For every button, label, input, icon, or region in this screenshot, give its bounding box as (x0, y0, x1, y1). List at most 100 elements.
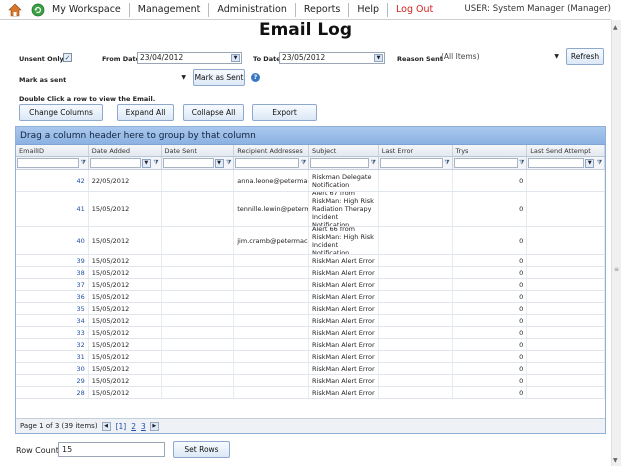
scroll-down-icon[interactable]: ▼ (613, 457, 618, 464)
unsent-only-checkbox[interactable]: ✓ (63, 53, 72, 62)
filter-input[interactable] (235, 158, 300, 168)
table-row[interactable]: 4115/05/2012 tennille.lewin@petermacAlert… (16, 192, 605, 227)
scroll-up-icon[interactable]: ▲ (613, 24, 618, 31)
filter-input[interactable] (89, 158, 141, 168)
collapse-all-button[interactable]: Collapse All (183, 104, 244, 121)
table-row[interactable]: 39 15/05/2012 RiskMan Alert Error 0 (16, 255, 605, 267)
mark-as-sent-select[interactable]: ▼ (64, 71, 188, 84)
grid-body: 42 22/05/2012 anna.leone@petermac.c Riskman… (16, 170, 605, 399)
dropdown-icon[interactable]: ▼ (181, 71, 186, 84)
nav-help[interactable]: Help (348, 2, 387, 17)
table-row[interactable]: 34 15/05/2012 RiskMan Alert Error 0 (16, 315, 605, 327)
nav-my-workspace[interactable]: My Workspace (46, 3, 129, 17)
scroll-grip-icon[interactable]: ≡ (614, 266, 619, 273)
filter-icon[interactable]: ⧩ (153, 159, 160, 167)
table-row[interactable]: 35 15/05/2012 RiskMan Alert Error 0 (16, 303, 605, 315)
nav-management[interactable]: Management (128, 2, 209, 17)
cell-subject: Alert 66 from RiskMan: High Risk Inciden… (309, 227, 379, 254)
table-row[interactable]: 38 15/05/2012 RiskMan Alert Error 0 (16, 267, 605, 279)
filter-icon[interactable]: ⧩ (300, 159, 307, 167)
column-header-subject[interactable]: Subject (309, 145, 379, 156)
cell-last-error (379, 339, 453, 350)
refresh-circle-icon[interactable] (30, 2, 46, 18)
nav-log-out[interactable]: Log Out (387, 2, 441, 17)
filter-input[interactable] (310, 158, 369, 168)
cell-subject: RiskMan Alert Error (309, 363, 379, 374)
expand-all-button[interactable]: Expand All (117, 104, 174, 121)
column-header-date-added[interactable]: Date Added (89, 145, 162, 156)
cell-last-error (379, 192, 453, 226)
change-columns-button[interactable]: Change Columns (19, 104, 103, 121)
column-header-date-sent[interactable]: Date Sent (162, 145, 235, 156)
filter-icon[interactable]: ⧩ (444, 159, 451, 167)
home-icon[interactable] (7, 2, 23, 18)
table-row[interactable]: 42 22/05/2012 anna.leone@petermac.c Riskman… (16, 170, 605, 192)
cell-trys: 0 (453, 170, 528, 191)
page-scrollbar[interactable]: ▲ ≡ ▼ (611, 20, 621, 466)
nav-administration[interactable]: Administration (208, 2, 295, 17)
set-rows-button[interactable]: Set Rows (173, 441, 230, 458)
calendar-dropdown-icon[interactable]: ▼ (231, 54, 240, 62)
reason-sent-select[interactable]: (All Items) ▼ (439, 50, 561, 63)
filter-icon[interactable]: ⧩ (225, 159, 232, 167)
table-row[interactable]: 30 15/05/2012 RiskMan Alert Error 0 (16, 363, 605, 375)
filter-icon[interactable]: ⧩ (370, 159, 377, 167)
table-row[interactable]: 40 15/05/2012 jim.cramb@petermac.c Alert 66… (16, 227, 605, 255)
export-button[interactable]: Export (252, 104, 317, 121)
cell-last-error (379, 303, 453, 314)
refresh-button[interactable]: Refresh (566, 48, 604, 65)
table-row[interactable]: 36 15/05/2012 RiskMan Alert Error 0 (16, 291, 605, 303)
dropdown-icon[interactable]: ▼ (585, 159, 595, 168)
column-header-trys[interactable]: Trys (453, 145, 528, 156)
prev-page-icon[interactable]: ◀ (101, 421, 111, 431)
filter-icon[interactable]: ⧩ (80, 159, 87, 167)
table-row[interactable]: 32 15/05/2012 RiskMan Alert Error 0 (16, 339, 605, 351)
next-page-icon[interactable]: ▶ (149, 421, 159, 431)
nav-reports[interactable]: Reports (294, 2, 348, 17)
cell-trys: 0 (453, 375, 528, 386)
table-row[interactable]: 37 15/05/2012 RiskMan Alert Error 0 (16, 279, 605, 291)
pager-page-2[interactable]: 2 (131, 422, 136, 431)
cell-last-send (527, 327, 605, 338)
cell-trys: 0 (453, 303, 528, 314)
filter-input[interactable] (453, 158, 518, 168)
mark-as-sent-button[interactable]: Mark as Sent (193, 69, 245, 86)
table-row[interactable]: 33 15/05/2012 RiskMan Alert Error 0 (16, 327, 605, 339)
cell-recipient: tennille.lewin@petermac (234, 192, 309, 226)
dropdown-icon[interactable]: ▼ (141, 159, 151, 168)
dropdown-icon[interactable]: ▼ (214, 159, 224, 168)
table-row[interactable]: 29 15/05/2012 RiskMan Alert Error 0 (16, 375, 605, 387)
filter-input[interactable] (528, 158, 585, 168)
filter-icon[interactable]: ⧩ (596, 159, 603, 167)
table-row[interactable]: 28 15/05/2012 RiskMan Alert Error 0 (16, 387, 605, 399)
group-by-panel[interactable]: Drag a column header here to group by th… (16, 127, 605, 145)
filter-input[interactable] (17, 158, 79, 168)
pager: Page 1 of 3 (39 items) ◀ [1] 2 3 ▶ (16, 418, 605, 433)
cell-date-added: 15/05/2012 (89, 375, 162, 386)
filter-icon[interactable]: ⧩ (518, 159, 525, 167)
cell-trys: 0 (453, 267, 528, 278)
top-nav-bar: My Workspace Management Administration R… (0, 0, 611, 20)
email-log-grid: Drag a column header here to group by th… (15, 126, 606, 434)
cell-date-added: 15/05/2012 (89, 387, 162, 398)
to-date-input[interactable]: 23/05/2012 ▼ (279, 52, 385, 64)
dropdown-icon[interactable]: ▼ (554, 50, 559, 63)
filter-input[interactable] (379, 158, 443, 168)
filter-input[interactable] (162, 158, 214, 168)
mark-as-sent-label: Mark as sent (19, 76, 67, 84)
help-icon[interactable]: ? (251, 73, 260, 82)
table-row[interactable]: 31 15/05/2012 RiskMan Alert Error 0 (16, 351, 605, 363)
column-header-last-send[interactable]: Last Send Attempt (527, 145, 605, 156)
from-date-input[interactable]: 23/04/2012 ▼ (137, 52, 242, 64)
calendar-dropdown-icon[interactable]: ▼ (374, 54, 383, 62)
cell-last-error (379, 315, 453, 326)
column-header-recipient[interactable]: Recipient Addresses (234, 145, 309, 156)
row-count-input[interactable]: 15 (58, 442, 165, 457)
column-header-last-error[interactable]: Last Error (379, 145, 453, 156)
cell-last-send (527, 279, 605, 290)
column-header-emailid[interactable]: EmailID (16, 145, 89, 156)
pager-page-3[interactable]: 3 (141, 422, 146, 431)
cell-date-sent (162, 339, 235, 350)
cell-date-added: 15/05/2012 (89, 315, 162, 326)
cell-trys: 0 (453, 387, 528, 398)
